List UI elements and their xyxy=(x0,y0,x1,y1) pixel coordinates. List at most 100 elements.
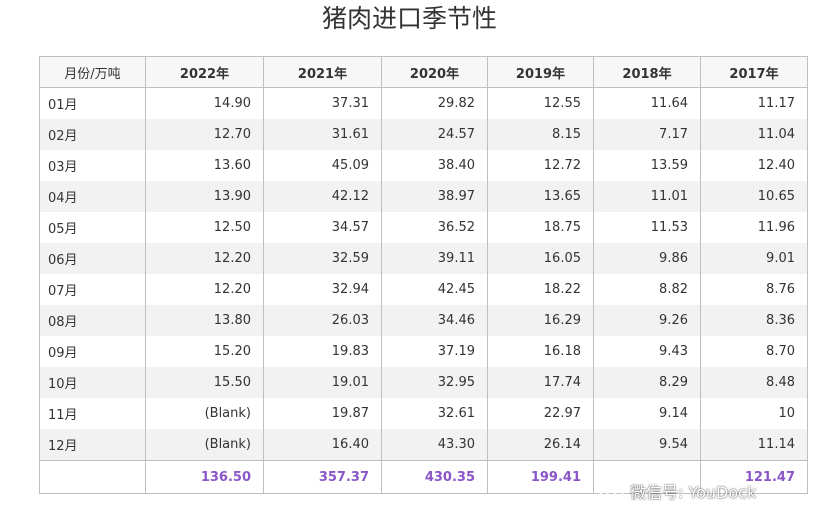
value-cell: 39.11 xyxy=(381,243,488,274)
value-cell: 34.46 xyxy=(381,305,488,336)
month-cell: 06月 xyxy=(39,243,146,274)
value-cell: 34.57 xyxy=(263,212,382,243)
value-cell: 32.61 xyxy=(381,398,488,429)
column-header: 2022年 xyxy=(145,56,264,88)
value-cell: 13.80 xyxy=(145,305,264,336)
value-cell: 16.40 xyxy=(263,429,382,461)
value-cell: 37.31 xyxy=(263,87,382,119)
value-cell: 8.82 xyxy=(593,274,701,305)
value-cell: 8.48 xyxy=(700,367,808,398)
value-cell: 12.20 xyxy=(145,274,264,305)
value-cell: 11.96 xyxy=(700,212,808,243)
value-cell: 15.50 xyxy=(145,367,264,398)
value-cell: 37.19 xyxy=(381,336,488,367)
value-cell: 32.95 xyxy=(381,367,488,398)
value-cell: 11.17 xyxy=(700,87,808,119)
value-cell: 18.75 xyxy=(487,212,594,243)
value-cell: 12.50 xyxy=(145,212,264,243)
value-cell: 16.18 xyxy=(487,336,594,367)
value-cell: 8.36 xyxy=(700,305,808,336)
month-cell: 11月 xyxy=(39,398,146,429)
table-row: 05月 12.50 34.57 36.52 18.75 11.53 11.96 xyxy=(39,212,808,243)
value-cell: 42.45 xyxy=(381,274,488,305)
value-cell: 12.70 xyxy=(145,119,264,150)
value-cell: 11.53 xyxy=(593,212,701,243)
value-cell: 9.26 xyxy=(593,305,701,336)
value-cell: 24.57 xyxy=(381,119,488,150)
month-cell: 07月 xyxy=(39,274,146,305)
value-cell: 12.20 xyxy=(145,243,264,274)
value-cell: 26.14 xyxy=(487,429,594,461)
value-cell: 22.97 xyxy=(487,398,594,429)
month-cell: 02月 xyxy=(39,119,146,150)
totals-row: 136.50 357.37 430.35 199.41 121.47 xyxy=(39,460,808,494)
month-cell: 04月 xyxy=(39,181,146,212)
total-cell: 121.47 xyxy=(700,460,808,494)
month-cell: 05月 xyxy=(39,212,146,243)
value-cell: 12.72 xyxy=(487,150,594,181)
column-header: 2018年 xyxy=(593,56,701,88)
value-cell: 9.86 xyxy=(593,243,701,274)
value-cell: 9.54 xyxy=(593,429,701,461)
value-cell: 8.70 xyxy=(700,336,808,367)
value-cell: 11.01 xyxy=(593,181,701,212)
table-body: 01月 14.90 37.31 29.82 12.55 11.64 11.17 02月 12.7… xyxy=(39,87,808,461)
value-cell: 8.29 xyxy=(593,367,701,398)
value-cell: 31.61 xyxy=(263,119,382,150)
value-cell: 32.59 xyxy=(263,243,382,274)
column-header: 2019年 xyxy=(487,56,594,88)
value-cell: 9.43 xyxy=(593,336,701,367)
table-row: 02月 12.70 31.61 24.57 8.15 7.17 11.04 xyxy=(39,119,808,150)
table-row: 03月 13.60 45.09 38.40 12.72 13.59 12.40 xyxy=(39,150,808,181)
total-cell xyxy=(593,460,701,494)
month-cell: 08月 xyxy=(39,305,146,336)
column-header: 2020年 xyxy=(381,56,488,88)
month-cell: 09月 xyxy=(39,336,146,367)
table-row: 04月 13.90 42.12 38.97 13.65 11.01 10.65 xyxy=(39,181,808,212)
month-cell: 01月 xyxy=(39,87,146,119)
table-row: 11月 (Blank) 19.87 32.61 22.97 9.14 10 xyxy=(39,398,808,429)
value-cell: 16.05 xyxy=(487,243,594,274)
value-cell: 11.14 xyxy=(700,429,808,461)
value-cell: 10 xyxy=(700,398,808,429)
value-cell: 11.04 xyxy=(700,119,808,150)
table-row: 01月 14.90 37.31 29.82 12.55 11.64 11.17 xyxy=(39,87,808,119)
chart-title: 猪肉进口季节性 xyxy=(321,4,497,33)
column-header: 2021年 xyxy=(263,56,382,88)
value-cell: 43.30 xyxy=(381,429,488,461)
value-cell: 13.90 xyxy=(145,181,264,212)
table-row: 07月 12.20 32.94 42.45 18.22 8.82 8.76 xyxy=(39,274,808,305)
value-cell: 9.14 xyxy=(593,398,701,429)
value-cell: 15.20 xyxy=(145,336,264,367)
value-cell: 8.76 xyxy=(700,274,808,305)
value-cell: 18.22 xyxy=(487,274,594,305)
value-cell: 38.97 xyxy=(381,181,488,212)
table-row: 12月 (Blank) 16.40 43.30 26.14 9.54 11.14 xyxy=(39,429,808,461)
value-cell: 45.09 xyxy=(263,150,382,181)
header-row: 月份/万吨 2022年 2021年 2020年 2019年 2018年 2017… xyxy=(39,56,808,88)
corner-header: 月份/万吨 xyxy=(39,56,146,88)
value-cell: (Blank) xyxy=(145,398,264,429)
month-cell: 12月 xyxy=(39,429,146,461)
table-row: 09月 15.20 19.83 37.19 16.18 9.43 8.70 xyxy=(39,336,808,367)
table-row: 06月 12.20 32.59 39.11 16.05 9.86 9.01 xyxy=(39,243,808,274)
value-cell: 42.12 xyxy=(263,181,382,212)
pork-import-table: 月份/万吨 2022年 2021年 2020年 2019年 2018年 2017… xyxy=(39,56,808,494)
month-cell: 10月 xyxy=(39,367,146,398)
value-cell: 8.15 xyxy=(487,119,594,150)
value-cell: 14.90 xyxy=(145,87,264,119)
value-cell: 19.83 xyxy=(263,336,382,367)
value-cell: 9.01 xyxy=(700,243,808,274)
total-cell: 136.50 xyxy=(145,460,264,494)
month-cell: 03月 xyxy=(39,150,146,181)
value-cell: 38.40 xyxy=(381,150,488,181)
value-cell: (Blank) xyxy=(145,429,264,461)
value-cell: 10.65 xyxy=(700,181,808,212)
table-row: 10月 15.50 19.01 32.95 17.74 8.29 8.48 xyxy=(39,367,808,398)
value-cell: 13.59 xyxy=(593,150,701,181)
total-cell: 199.41 xyxy=(487,460,594,494)
value-cell: 13.65 xyxy=(487,181,594,212)
table-row: 08月 13.80 26.03 34.46 16.29 9.26 8.36 xyxy=(39,305,808,336)
total-cell: 357.37 xyxy=(263,460,382,494)
value-cell: 16.29 xyxy=(487,305,594,336)
